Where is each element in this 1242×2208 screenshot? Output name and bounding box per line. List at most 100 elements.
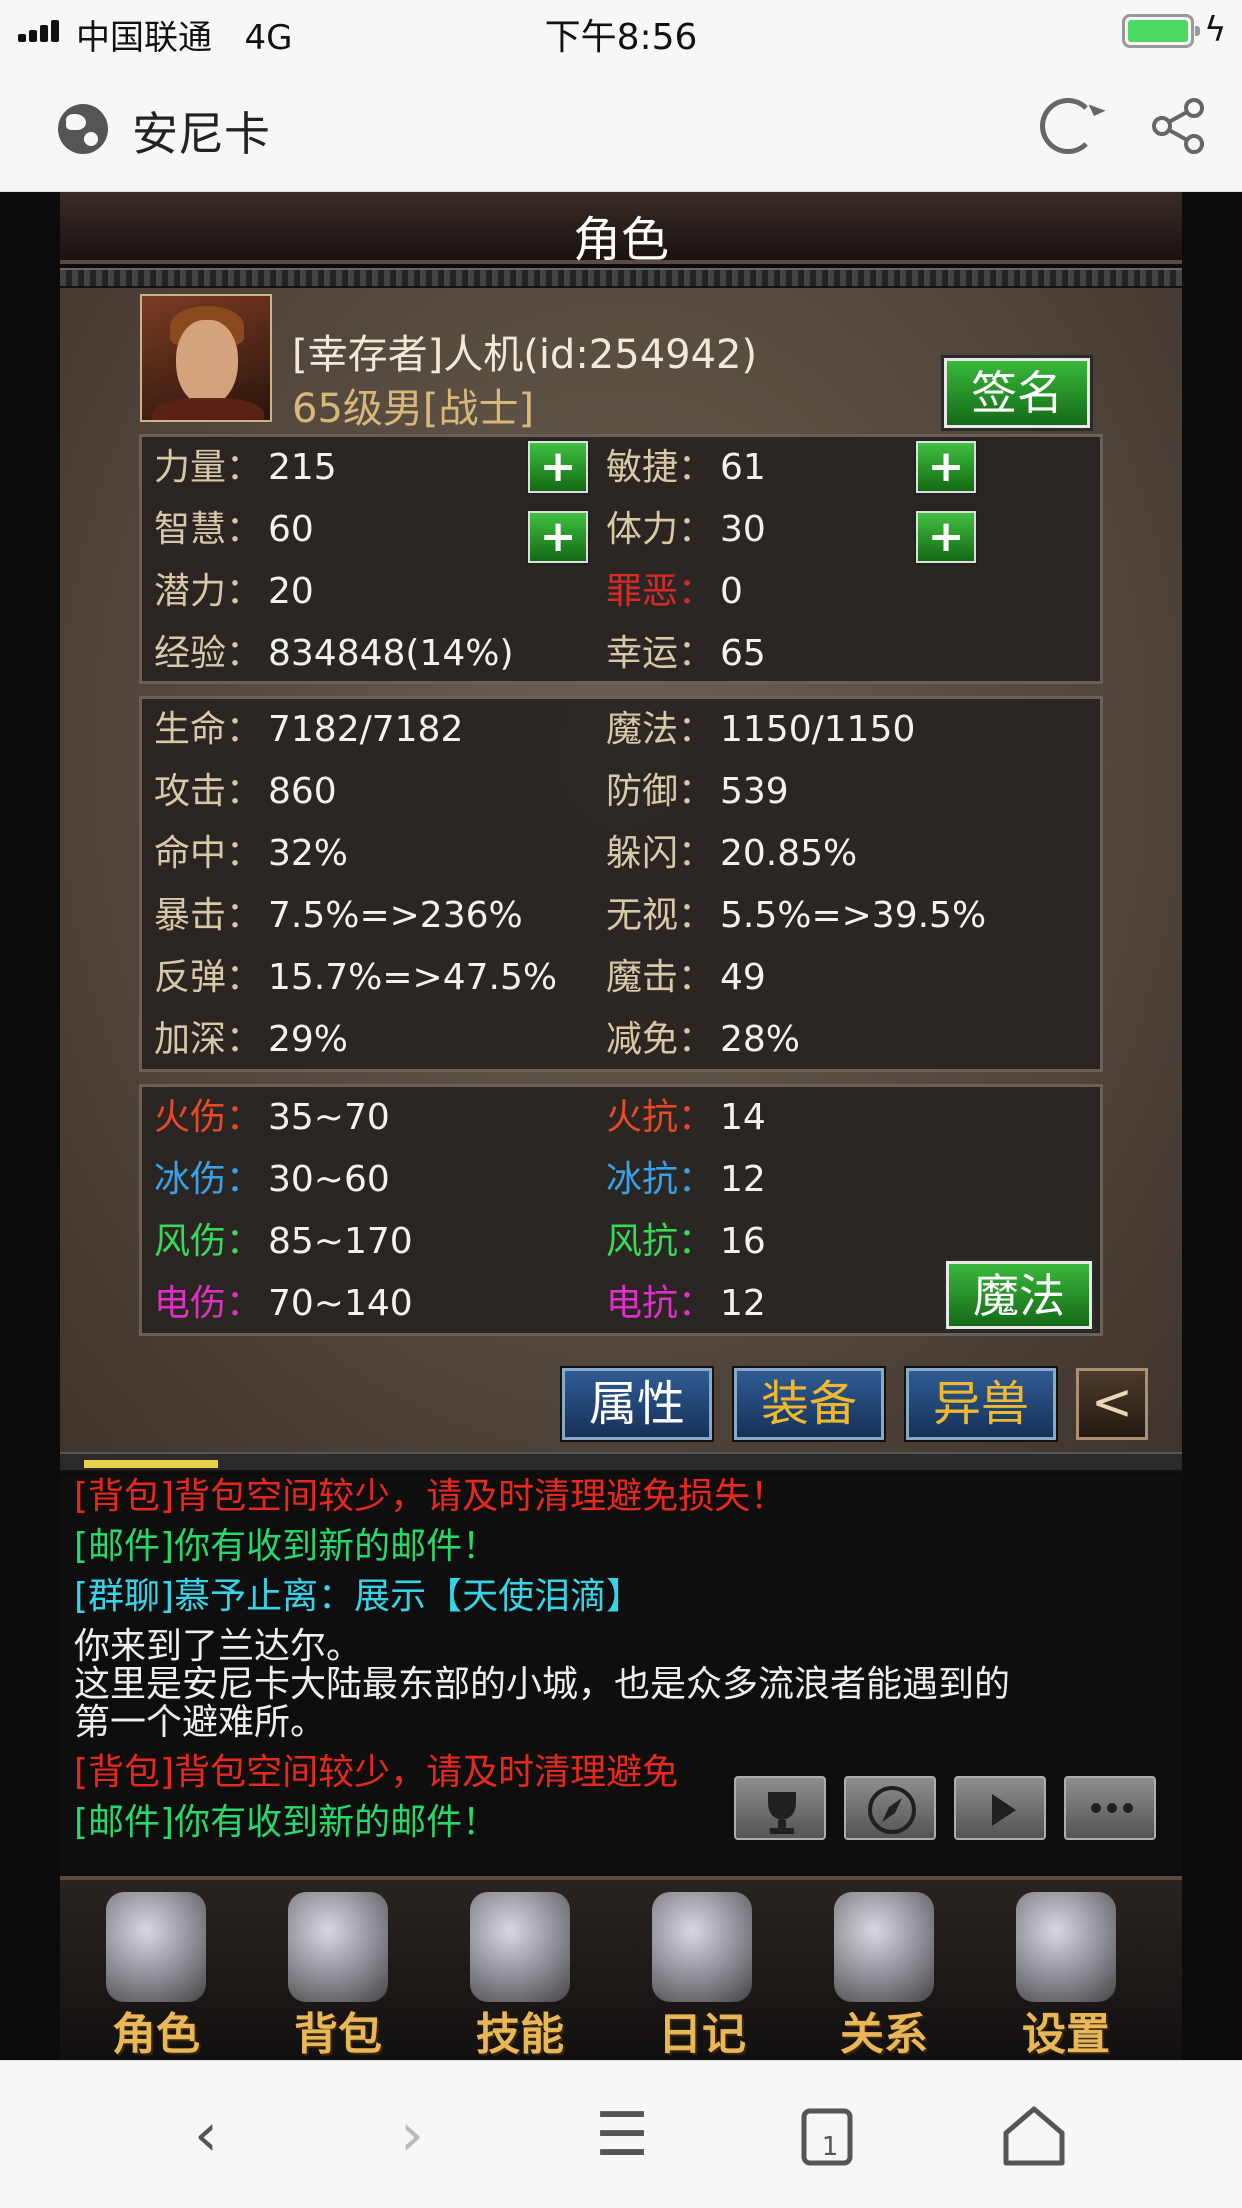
helmet-icon [106, 1892, 206, 2002]
chat-line: [邮件]你有收到新的邮件！ [74, 1526, 499, 1567]
stat-row: 暴击： 7.5%=>236% 无视： 5.5%=>39.5% [142, 885, 1100, 947]
magic-button[interactable]: 魔法 [943, 1258, 1095, 1332]
stat-value: 65 [720, 633, 766, 674]
stat-row: 火伤： 35~70 火抗： 14 [142, 1087, 1100, 1149]
chat-line: [背包]背包空间较少，请及时清理避免 [74, 1752, 679, 1793]
trophy-icon[interactable] [734, 1776, 826, 1840]
avatar[interactable] [140, 294, 272, 422]
stat-label: 幸运： [606, 633, 715, 674]
nav-label: 背包 [294, 2009, 382, 2060]
page-title: 安尼卡 [132, 107, 270, 161]
panel-titlebar: 角色 [60, 192, 1182, 268]
stat-label: 防御： [606, 771, 715, 812]
back-arrow-icon[interactable]: ‹ [166, 2097, 246, 2177]
stat-value: 7.5%=>236% [268, 895, 523, 936]
nav-skills[interactable]: 技能 [430, 1880, 610, 2064]
home-icon[interactable] [994, 2097, 1074, 2177]
stat-value: 15.7%=>47.5% [268, 957, 558, 998]
chat-line: 这里是安尼卡大陆最东部的小城，也是众多流浪者能遇到的 [74, 1664, 1011, 1705]
add-wisdom-button[interactable]: + [526, 509, 590, 565]
combat-stats-panel: 生命： 7182/7182 魔法： 1150/1150 攻击： 860 防御： … [139, 696, 1103, 1072]
game-area: 角色 [幸存者]人机(id:254942) 65级男[战士] 签名 力量： 21… [0, 192, 1242, 2060]
nav-settings[interactable]: 设置 [976, 1880, 1156, 2064]
add-agility-button[interactable]: + [914, 439, 978, 495]
nav-relations[interactable]: 关系 [794, 1880, 974, 2064]
sign-button[interactable]: 签名 [941, 355, 1093, 431]
back-button[interactable]: < [1076, 1368, 1148, 1440]
stat-value: 49 [720, 957, 766, 998]
stat-label: 电伤： [154, 1283, 263, 1324]
tab-beast[interactable]: 异兽 [904, 1366, 1058, 1442]
stat-label: 魔法： [606, 709, 715, 750]
stat-label: 潜力： [154, 571, 263, 612]
game-frame: 角色 [幸存者]人机(id:254942) 65级男[战士] 签名 力量： 21… [60, 192, 1182, 2060]
stat-value: 215 [268, 447, 337, 488]
chat-line: [群聊]慕予止离：展示【天使泪滴】 [74, 1576, 643, 1617]
nav-label: 技能 [476, 2009, 564, 2060]
stat-value: 61 [720, 447, 766, 488]
nav-label: 日记 [658, 2009, 746, 2060]
chat-line: [背包]背包空间较少，请及时清理避免损失！ [74, 1476, 787, 1517]
add-strength-button[interactable]: + [526, 439, 590, 495]
stat-value: 60 [268, 509, 314, 550]
skillbook-icon [470, 1892, 570, 2002]
experience-bar [60, 1452, 1182, 1472]
menu-icon[interactable]: ☰ [582, 2097, 662, 2177]
share-icon[interactable] [1148, 96, 1208, 156]
stat-label: 攻击： [154, 771, 263, 812]
stat-label: 经验： [154, 633, 263, 674]
stat-label: 躲闪： [606, 833, 715, 874]
globe-icon [58, 104, 108, 154]
charging-icon: ϟ [1204, 10, 1227, 50]
stat-label: 魔击： [606, 957, 715, 998]
stat-value: 7182/7182 [268, 709, 464, 750]
battery-icon [1122, 14, 1200, 48]
tabs-icon[interactable]: 1 [790, 2097, 870, 2177]
stat-label: 罪恶： [606, 571, 715, 612]
browser-toolbar: ‹ › ☰ 1 [0, 2060, 1242, 2208]
scroll-icon [652, 1892, 752, 2002]
forward-arrow-icon[interactable]: › [372, 2097, 452, 2177]
nav-backpack[interactable]: 背包 [248, 1880, 428, 2064]
trim-divider [60, 268, 1182, 288]
stat-row: 生命： 7182/7182 魔法： 1150/1150 [142, 699, 1100, 761]
clock: 下午8:56 [544, 17, 698, 58]
stat-label: 火伤： [154, 1097, 263, 1138]
stat-label: 体力： [606, 509, 715, 550]
status-bar: 中国联通 4G 下午8:56 ϟ [0, 0, 1242, 62]
stat-label: 加深： [154, 1019, 263, 1060]
stat-label: 减免： [606, 1019, 715, 1060]
stat-label: 反弹： [154, 957, 263, 998]
tab-equipment[interactable]: 装备 [732, 1366, 886, 1442]
play-icon[interactable] [954, 1776, 1046, 1840]
stat-row: 经验： 834848(14%) 幸运： 65 [142, 623, 1100, 685]
element-stats-panel: 火伤： 35~70 火抗： 14 冰伤： 30~60 冰抗： 12 风伤： 85… [139, 1084, 1103, 1336]
compass-icon[interactable] [844, 1776, 936, 1840]
stat-label: 智慧： [154, 509, 263, 550]
stat-value: 85~170 [268, 1221, 413, 1262]
stat-row: 加深： 29% 减免： 28% [142, 1009, 1100, 1071]
nav-character[interactable]: 角色 [66, 1880, 246, 2064]
add-stamina-button[interactable]: + [914, 509, 978, 565]
stat-row: 命中： 32% 躲闪： 20.85% [142, 823, 1100, 885]
stat-label: 命中： [154, 833, 263, 874]
reload-icon[interactable] [1040, 98, 1096, 154]
stat-label: 风伤： [154, 1221, 263, 1262]
stat-value: 12 [720, 1283, 766, 1324]
stat-value: 20 [268, 571, 314, 612]
stat-label: 暴击： [154, 895, 263, 936]
stat-value: 5.5%=>39.5% [720, 895, 987, 936]
stat-value: 539 [720, 771, 789, 812]
stat-label: 火抗： [606, 1097, 715, 1138]
chat-line: 第一个避难所。 [74, 1702, 327, 1743]
attributes-panel: 力量： 215 敏捷： 61 智慧： 60 体力： 30 潜力： 20 罪恶： … [139, 434, 1103, 684]
stat-value: 32% [268, 833, 349, 874]
stat-value: 0 [720, 571, 743, 612]
stat-label: 无视： [606, 895, 715, 936]
stat-value: 834848(14%) [268, 633, 514, 674]
more-chat-icon[interactable] [1064, 1776, 1156, 1840]
stat-value: 29% [268, 1019, 349, 1060]
svg-text:1: 1 [822, 2132, 839, 2162]
tab-attributes[interactable]: 属性 [560, 1366, 714, 1442]
nav-diary[interactable]: 日记 [612, 1880, 792, 2064]
